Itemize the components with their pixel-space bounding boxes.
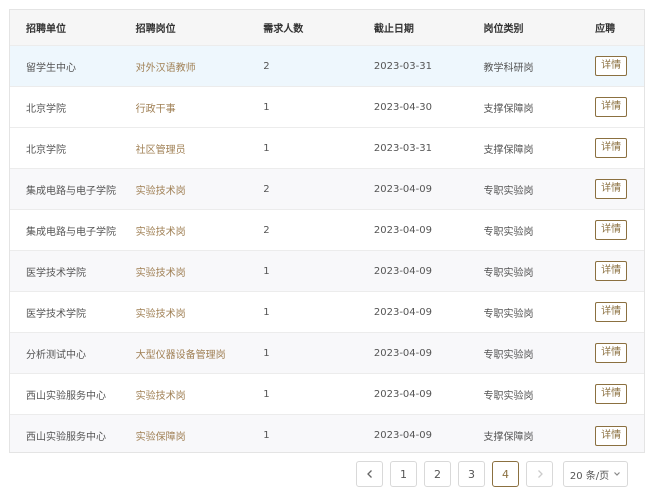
cell-count: 1 — [263, 101, 270, 113]
cell-deadline: 2023-03-31 — [373, 142, 432, 154]
cell-deadline: 2023-04-09 — [373, 265, 432, 277]
cell-count: 1 — [263, 388, 270, 400]
detail-button[interactable]: 详情 — [595, 97, 628, 117]
header-category: 岗位类别 — [483, 24, 524, 35]
cell-unit: 北京学院 — [26, 144, 66, 156]
cell-deadline: 2023-03-31 — [373, 60, 432, 72]
cell-count: 1 — [263, 265, 270, 277]
detail-button[interactable]: 详情 — [595, 261, 628, 281]
cell-deadline: 2023-04-09 — [373, 347, 432, 359]
cell-category: 专职实验岗 — [483, 226, 534, 238]
cell-unit: 西山实验服务中心 — [26, 432, 106, 443]
header-count: 需求人数 — [263, 24, 304, 35]
cell-deadline: 2023-04-09 — [373, 183, 432, 195]
prev-page-button[interactable] — [356, 461, 383, 487]
cell-category: 支撑保障岗 — [483, 103, 534, 115]
cell-count: 2 — [263, 60, 270, 72]
cell-unit: 集成电路与电子学院 — [26, 185, 116, 197]
cell-count: 1 — [263, 347, 270, 359]
cell-count: 2 — [263, 183, 270, 195]
cell-post: 大型仪器设备管理岗 — [135, 349, 226, 361]
cell-category: 专职实验岗 — [483, 349, 534, 361]
header-unit: 招聘单位 — [26, 24, 66, 35]
cell-deadline: 2023-04-30 — [373, 101, 432, 113]
header-post: 招聘岗位 — [135, 24, 176, 35]
detail-button[interactable]: 详情 — [595, 179, 628, 199]
next-page-button[interactable] — [526, 461, 553, 487]
chevron-right-icon — [537, 470, 543, 478]
detail-button[interactable]: 详情 — [595, 302, 628, 322]
table-row: 医学技术学院 实验技术岗 1 2023-04-09 专职实验岗 详情 — [10, 251, 644, 292]
cell-deadline: 2023-04-09 — [373, 430, 432, 441]
cell-post: 实验技术岗 — [135, 390, 186, 402]
cell-post: 实验保障岗 — [135, 432, 186, 443]
cell-category: 支撑保障岗 — [483, 432, 534, 443]
detail-button[interactable]: 详情 — [595, 343, 628, 363]
header-deadline: 截止日期 — [373, 24, 414, 35]
cell-deadline: 2023-04-09 — [373, 388, 432, 400]
table-header: 招聘单位 招聘岗位 需求人数 截止日期 岗位类别 应聘 — [10, 10, 644, 46]
page-button-1[interactable]: 1 — [390, 461, 417, 487]
detail-button[interactable]: 详情 — [595, 384, 628, 404]
table-row: 集成电路与电子学院 实验技术岗 2 2023-04-09 专职实验岗 详情 — [10, 210, 644, 251]
page-button-4[interactable]: 4 — [492, 461, 519, 487]
chevron-left-icon — [366, 470, 372, 478]
cell-count: 1 — [263, 142, 270, 154]
table-row: 留学生中心 对外汉语教师 2 2023-03-31 教学科研岗 详情 — [10, 46, 644, 87]
cell-post: 实验技术岗 — [135, 267, 186, 279]
detail-button[interactable]: 详情 — [595, 138, 628, 158]
cell-unit: 分析测试中心 — [26, 349, 86, 361]
table-row: 西山实验服务中心 实验保障岗 1 2023-04-09 支撑保障岗 详情 — [10, 415, 644, 452]
cell-deadline: 2023-04-09 — [373, 224, 432, 236]
page-button-3[interactable]: 3 — [458, 461, 485, 487]
cell-unit: 西山实验服务中心 — [26, 390, 106, 402]
header-action: 应聘 — [595, 24, 616, 35]
page-size-value: 20 条/页 — [569, 470, 610, 482]
table-row: 西山实验服务中心 实验技术岗 1 2023-04-09 专职实验岗 详情 — [10, 374, 644, 415]
pagination: 1 2 3 4 20 条/页 — [356, 461, 628, 487]
table-row: 北京学院 行政干事 1 2023-04-30 支撑保障岗 详情 — [10, 87, 644, 128]
table-row: 集成电路与电子学院 实验技术岗 2 2023-04-09 专职实验岗 详情 — [10, 169, 644, 210]
cell-category: 教学科研岗 — [483, 62, 534, 74]
table-row: 分析测试中心 大型仪器设备管理岗 1 2023-04-09 专职实验岗 详情 — [10, 333, 644, 374]
cell-post: 实验技术岗 — [135, 185, 186, 197]
detail-button[interactable]: 详情 — [595, 220, 628, 240]
job-table: 招聘单位 招聘岗位 需求人数 截止日期 岗位类别 应聘 留学生中心 对外汉语教师… — [9, 9, 645, 453]
detail-button[interactable]: 详情 — [595, 425, 628, 446]
page-size-select[interactable]: 20 条/页 — [563, 461, 628, 487]
cell-post: 社区管理员 — [135, 144, 186, 156]
cell-unit: 医学技术学院 — [26, 267, 86, 279]
cell-post: 对外汉语教师 — [135, 62, 196, 74]
cell-unit: 北京学院 — [26, 103, 66, 115]
cell-post: 实验技术岗 — [135, 308, 186, 320]
chevron-down-icon — [614, 472, 621, 476]
table-row: 医学技术学院 实验技术岗 1 2023-04-09 专职实验岗 详情 — [10, 292, 644, 333]
cell-category: 专职实验岗 — [483, 185, 534, 197]
cell-count: 1 — [263, 306, 270, 318]
cell-count: 1 — [263, 430, 270, 441]
page-button-2[interactable]: 2 — [424, 461, 451, 487]
cell-post: 行政干事 — [135, 103, 176, 115]
cell-category: 专职实验岗 — [483, 308, 534, 320]
cell-category: 支撑保障岗 — [483, 144, 534, 156]
cell-deadline: 2023-04-09 — [373, 306, 432, 318]
cell-unit: 集成电路与电子学院 — [26, 226, 116, 238]
cell-count: 2 — [263, 224, 270, 236]
cell-unit: 医学技术学院 — [26, 308, 86, 320]
detail-button[interactable]: 详情 — [595, 56, 628, 76]
table-row: 北京学院 社区管理员 1 2023-03-31 支撑保障岗 详情 — [10, 128, 644, 169]
cell-category: 专职实验岗 — [483, 267, 534, 279]
cell-category: 专职实验岗 — [483, 390, 534, 402]
cell-post: 实验技术岗 — [135, 226, 186, 238]
cell-unit: 留学生中心 — [26, 62, 76, 74]
